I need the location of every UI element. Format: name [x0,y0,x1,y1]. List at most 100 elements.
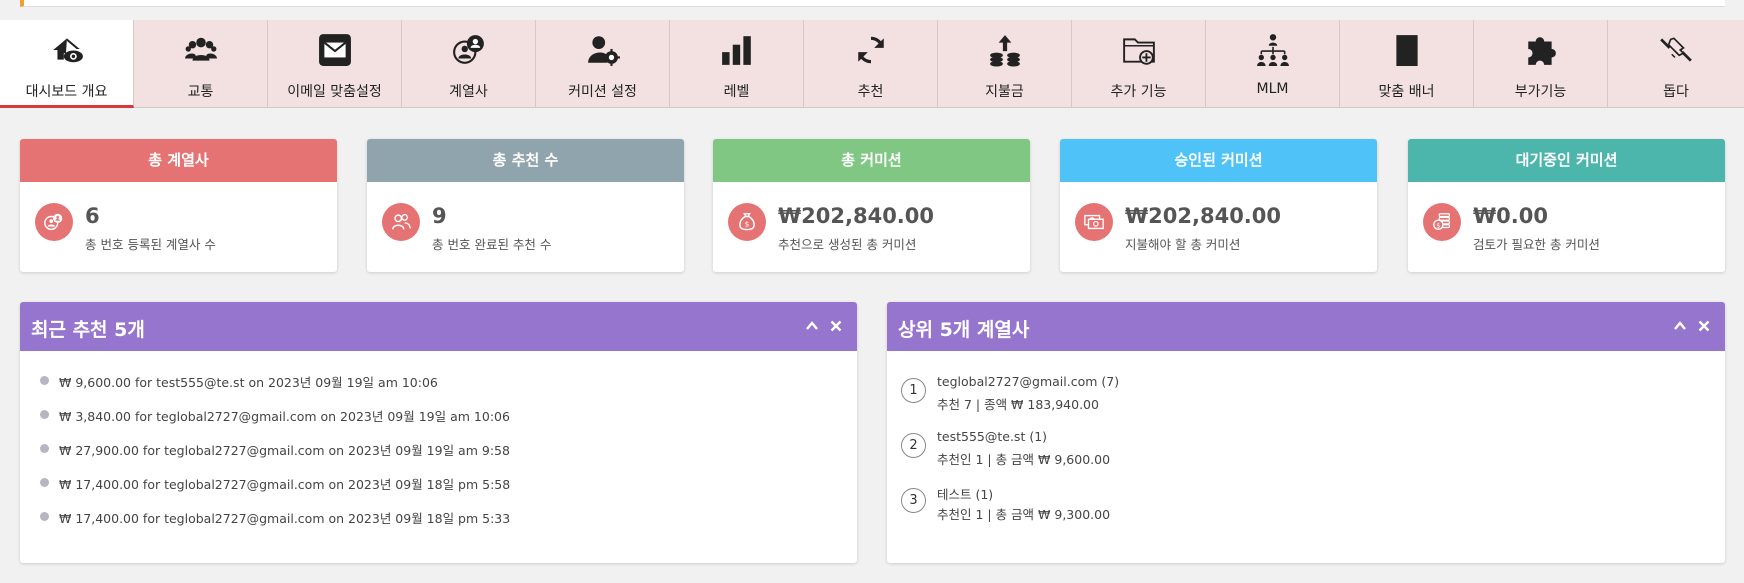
tab-commission-settings[interactable]: 커미션 설정 [536,20,670,108]
close-button[interactable] [827,317,845,335]
tab-label: 계열사 [449,84,488,100]
card-description: 검토가 필요한 총 커미션 [1473,237,1600,252]
affiliate-stats: 추천인 1 | 총 금액 ₩ 9,600.00 [937,452,1111,467]
tab-label: 지불금 [985,84,1024,100]
list-item: ₩ 17,400.00 for teglobal2727@gmail.com o… [40,474,510,508]
chevron-up-icon [806,321,818,330]
tab-label: MLM [1256,81,1289,97]
affiliate-name: test555@te.st (1) [937,429,1048,444]
rank-badge: 3 [901,488,926,513]
dashboard-eye-icon [50,32,84,68]
tab-levels[interactable]: 레벨 [670,20,804,108]
user-gear-icon [586,32,620,68]
affiliate-icon [452,32,486,68]
recent-referrals-list: ₩ 9,600.00 for test555@te.st on 2023년 09… [40,372,510,542]
tab-label: 추가 기능 [1110,84,1167,100]
users-icon [382,203,420,241]
handshake-icon [1659,32,1693,68]
tab-help[interactable]: 돕다 [1608,20,1744,108]
sync-icon [854,32,888,68]
bullet-icon [40,512,49,521]
tab-dashboard[interactable]: 대시보드 개요 [0,20,134,108]
referral-text: ₩ 27,900.00 for teglobal2727@gmail.com o… [59,443,510,458]
affiliate-name: 테스트 (1) [937,487,994,502]
collapse-button[interactable] [803,317,821,335]
card-description: 총 번호 등록된 계열사 수 [85,237,216,252]
coins-icon: $ [1423,203,1461,241]
stat-cards: 총 계열사 6 총 번호 등록된 계열사 수 총 추천 수 9 총 번호 완료된… [20,139,1725,272]
referral-text: ₩ 17,400.00 for teglobal2727@gmail.com o… [59,477,511,492]
tab-payouts[interactable]: 지불금 [938,20,1072,108]
referral-text: ₩ 17,400.00 for teglobal2727@gmail.com o… [59,511,511,526]
affiliate-stats: 추천 7 | 종액 ₩ 183,940.00 [937,397,1099,412]
puzzle-icon [1524,32,1558,68]
card-value: 9 [432,204,447,228]
card-total-commission: 총 커미션 $ ₩202,840.00 추천으로 생성된 총 커미션 [713,139,1030,272]
list-item: ₩ 3,840.00 for teglobal2727@gmail.com on… [40,406,510,440]
money-bag-icon: $ [728,203,766,241]
card-value: ₩202,840.00 [778,204,935,228]
rank-badge: 1 [901,378,926,403]
chevron-up-icon [1674,321,1686,330]
panel-header: 상위 5개 계열사 [887,302,1725,351]
tab-traffic[interactable]: 교통 [134,20,268,108]
affiliate-stats: 추천인 1 | 총 금액 ₩ 9,300.00 [937,507,1111,522]
panel-title: 상위 5개 계열사 [898,319,1030,341]
bar-chart-icon [720,32,754,68]
bullet-icon [40,478,49,487]
card-title: 총 추천 수 [367,139,684,182]
card-title: 총 커미션 [713,139,1030,182]
close-icon [1698,320,1710,332]
card-value: ₩202,840.00 [1125,204,1282,228]
card-title: 대기중인 커미션 [1408,139,1725,182]
card-approved-commission: 승인된 커미션 ₩202,840.00 지불해야 할 총 커미션 [1060,139,1377,272]
bullet-icon [40,444,49,453]
card-total-referrals: 총 추천 수 9 총 번호 완료된 추천 수 [367,139,684,272]
close-icon [830,320,842,332]
users-group-icon [184,32,218,68]
coins-upload-icon [988,32,1022,68]
tab-email[interactable]: 이메일 맞춤설정 [268,20,402,108]
bullet-icon [40,376,49,385]
card-description: 추천으로 생성된 총 커미션 [778,237,917,252]
list-item: ₩ 17,400.00 for teglobal2727@gmail.com o… [40,508,510,542]
card-title: 승인된 커미션 [1060,139,1377,182]
tab-extensions[interactable]: 부가기능 [1474,20,1608,108]
tab-label: 돕다 [1663,84,1689,100]
tab-label: 대시보드 개요 [25,84,108,100]
card-value: 6 [85,204,100,228]
tab-affiliates[interactable]: 계열사 [402,20,536,108]
close-button[interactable] [1695,317,1713,335]
svg-text:$: $ [745,220,750,229]
affiliate-icon [35,203,73,241]
list-item: ₩ 27,900.00 for teglobal2727@gmail.com o… [40,440,510,474]
folder-plus-icon [1122,32,1156,68]
tab-label: 교통 [187,84,214,100]
rank-badge: 2 [901,433,926,458]
affiliate-name: teglobal2727@gmail.com (7) [937,374,1120,389]
list-item: ₩ 9,600.00 for test555@te.st on 2023년 09… [40,372,510,406]
card-description: 총 번호 완료된 추천 수 [432,237,552,252]
card-description: 지불해야 할 총 커미션 [1125,237,1241,252]
main-tab-bar: 대시보드 개요 교통 이메일 맞춤설정 계열사 커미션 설정 레벨 추천 지불금… [0,20,1744,108]
tab-label: 맞춤 배너 [1378,84,1435,100]
tab-custom-banner[interactable]: 맞춤 배너 [1340,20,1474,108]
tab-mlm[interactable]: MLM [1206,20,1340,108]
card-value: ₩0.00 [1473,204,1548,228]
envelope-icon [318,32,352,68]
tab-label: 커미션 설정 [568,84,637,100]
card-title: 총 계열사 [20,139,337,182]
tab-referrals[interactable]: 추천 [804,20,938,108]
tab-add-ons[interactable]: 추가 기능 [1072,20,1206,108]
tab-label: 레벨 [723,84,750,100]
recent-referrals-panel: 최근 추천 5개 ₩ 9,600.00 for test555@te.st on… [20,302,857,563]
bullet-icon [40,410,49,419]
tab-label: 이메일 맞춤설정 [287,84,382,100]
banner-icon [1390,32,1424,68]
panel-title: 최근 추천 5개 [31,319,145,341]
card-pending-commission: 대기중인 커미션 $ ₩0.00 검토가 필요한 총 커미션 [1408,139,1725,272]
referral-text: ₩ 9,600.00 for test555@te.st on 2023년 09… [59,375,438,390]
svg-text:$: $ [1436,222,1440,230]
top-affiliates-panel: 상위 5개 계열사 1 teglobal2727@gmail.com (7) 추… [887,302,1725,563]
collapse-button[interactable] [1671,317,1689,335]
